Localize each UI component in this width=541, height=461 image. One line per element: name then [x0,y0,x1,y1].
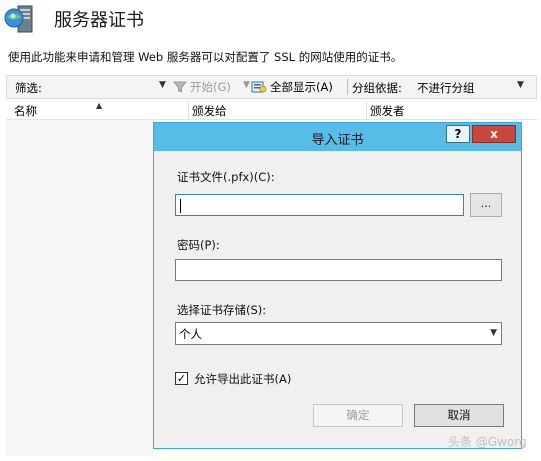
chevron-down-icon: ▼ [490,328,497,338]
start-filter-label: 开始(G) [190,80,231,94]
filter-funnel-icon [173,81,187,93]
watermark: 头条 @Gworg [448,435,527,449]
help-button[interactable]: ? [446,125,470,143]
cert-file-input[interactable] [175,194,464,216]
filter-dropdown-arrow-icon[interactable]: ▼ [159,80,166,90]
text-caret [180,199,181,213]
browse-button[interactable]: ... [470,193,502,217]
import-certificate-dialog: 导入证书 ? x 证书文件(.pfx)(C): ... 密码(P): 选择证书存… [153,122,522,449]
cert-store-value: 个人 [179,327,202,341]
start-filter-button[interactable]: 开始(G) [173,78,231,96]
certificate-list[interactable] [6,120,154,456]
toolbar-divider [347,79,348,95]
certificate-list-header: 名称 ▲ 颁发给 颁发者 [6,101,537,120]
start-dropdown-arrow-icon[interactable]: ▼ [243,80,250,90]
allow-export-label[interactable]: 允许导出此证书(A) [194,371,291,387]
server-cert-icon [4,5,33,33]
cert-store-label: 选择证书存储(S): [177,303,267,317]
column-header-issued-to[interactable]: 颁发给 [192,103,227,119]
group-by-dropdown-arrow-icon[interactable]: ▼ [517,80,524,90]
group-by-label: 分组依据: [352,81,402,95]
group-by-select[interactable]: 不进行分组 [417,80,475,96]
sort-arrow-icon: ▲ [96,101,103,110]
filter-label: 筛选: [15,81,42,95]
checkmark-icon: ✓ [176,372,187,385]
page-header: 服务器证书 [0,0,541,40]
cert-file-label: 证书文件(.pfx)(C): [177,170,275,184]
column-divider[interactable] [188,101,189,119]
show-all-button[interactable]: 全部显示(A) [251,78,333,96]
show-all-label: 全部显示(A) [270,80,333,94]
ok-button[interactable]: 确定 [313,404,403,427]
password-label: 密码(P): [177,238,220,252]
page-description: 使用此功能来申请和管理 Web 服务器可以对配置了 SSL 的网站使用的证书。 [8,50,403,64]
page-title: 服务器证书 [54,10,144,31]
cancel-button[interactable]: 取消 [414,404,504,427]
cert-store-select[interactable]: 个人 ▼ [175,322,502,345]
column-header-name[interactable]: 名称 [14,103,37,119]
show-all-icon [251,81,267,93]
filter-toolbar: 筛选: ▼ 开始(G) ▼ 全部显示(A) 分组依据: 不进行分组 ▼ [6,75,537,99]
close-button[interactable]: x [472,125,516,143]
column-divider[interactable] [366,101,367,119]
column-header-issuer[interactable]: 颁发者 [370,103,405,119]
password-input[interactable] [175,259,502,281]
dialog-titlebar[interactable]: 导入证书 ? x [154,123,521,151]
allow-export-checkbox[interactable]: ✓ [175,372,188,385]
